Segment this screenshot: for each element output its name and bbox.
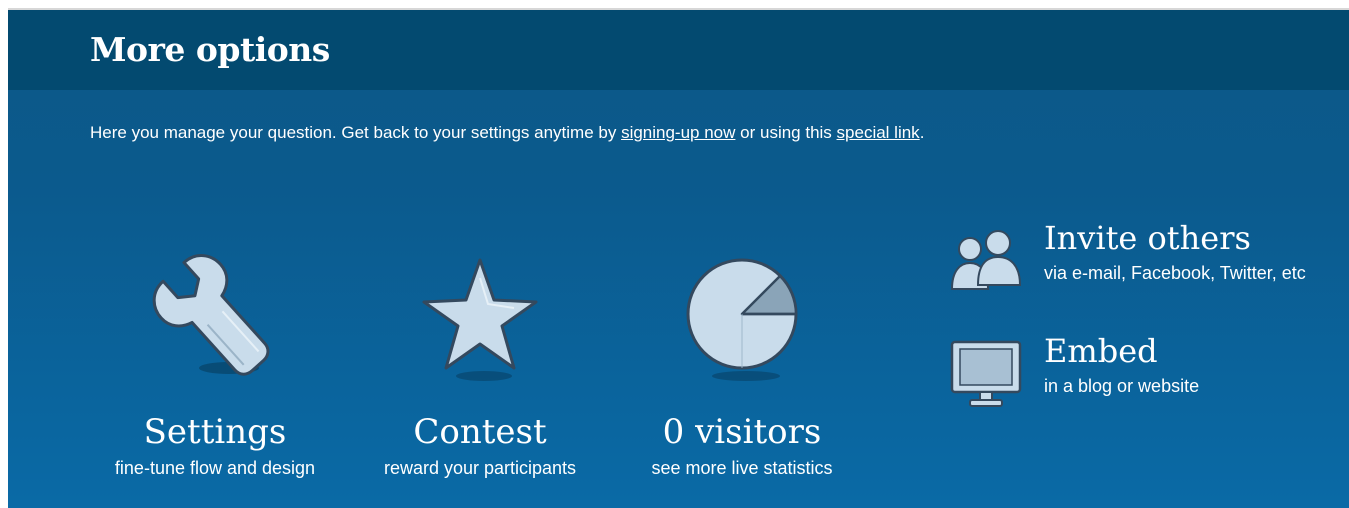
special-link[interactable]: special link <box>837 123 920 142</box>
contest-option[interactable]: Contest reward your participants <box>355 248 605 479</box>
invite-option[interactable]: Invite others via e-mail, Facebook, Twit… <box>948 219 1328 297</box>
intro-text: Here you manage your question. Get back … <box>90 123 924 143</box>
contest-subtitle: reward your participants <box>383 458 577 478</box>
star-icon <box>422 258 538 381</box>
page-title: More options <box>90 30 330 69</box>
people-icon <box>950 230 1022 290</box>
visitors-option[interactable]: 0 visitors see more live statistics <box>617 248 867 479</box>
more-options-panel: More options Here you manage your questi… <box>8 8 1349 508</box>
settings-title: Settings <box>143 412 287 452</box>
embed-option[interactable]: Embed in a blog or website <box>948 332 1328 410</box>
visitors-subtitle: see more live statistics <box>651 458 833 478</box>
intro-text-after: . <box>919 123 925 142</box>
signup-link[interactable]: signing-up now <box>621 123 735 142</box>
settings-option[interactable]: Settings fine-tune flow and design <box>90 248 340 479</box>
intro-text-middle: or using this <box>735 123 837 142</box>
invite-title: Invite others <box>1044 219 1251 257</box>
monitor-icon <box>950 340 1022 407</box>
wrench-icon <box>152 254 270 376</box>
visitors-title: 0 visitors <box>662 412 822 452</box>
contest-title: Contest <box>413 412 547 452</box>
invite-subtitle: via e-mail, Facebook, Twitter, etc <box>1044 263 1306 283</box>
embed-title: Embed <box>1044 332 1158 370</box>
intro-text-before: Here you manage your question. Get back … <box>90 123 622 142</box>
settings-subtitle: fine-tune flow and design <box>114 458 316 478</box>
panel-header: More options <box>8 10 1349 90</box>
embed-subtitle: in a blog or website <box>1044 376 1200 396</box>
pie-chart-icon <box>686 258 798 381</box>
